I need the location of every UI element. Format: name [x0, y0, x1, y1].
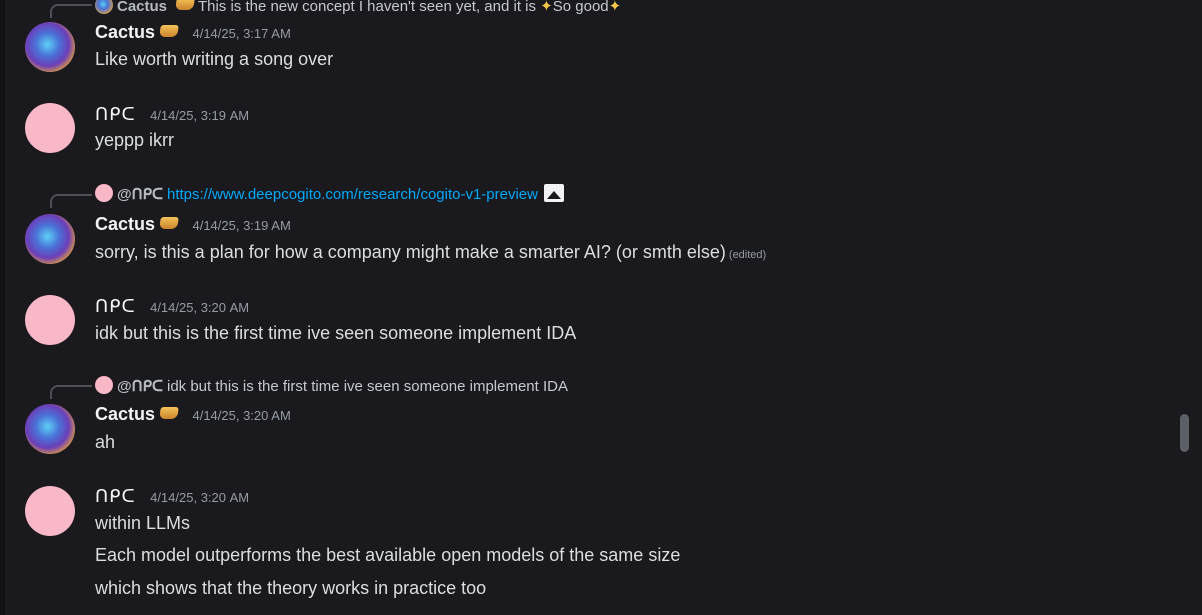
reply-avatar — [95, 376, 113, 394]
sparkles-icon: ✦ — [608, 0, 622, 15]
reply-spine — [50, 194, 92, 208]
server-rail-edge — [0, 0, 5, 615]
guild-badge-icon — [159, 25, 179, 37]
reply-spine — [50, 385, 92, 399]
username[interactable]: Cactus — [95, 214, 155, 234]
username[interactable]: ᑎᑭᑕ — [95, 296, 136, 316]
scrollbar-thumb[interactable] — [1180, 414, 1189, 452]
reply-text: idk but this is the first time ive seen … — [166, 378, 568, 395]
message-content: yeppp ikrr — [95, 130, 175, 150]
timestamp[interactable]: 4/14/25, 3:19 AM — [192, 218, 290, 233]
message-content: which shows that the theory works in pra… — [95, 578, 487, 598]
message-header: ᑎᑭᑕ 4/14/25, 3:20 AM — [95, 486, 249, 507]
message-list: Cactus This is the new concept I haven't… — [0, 0, 1202, 615]
guild-badge-icon — [175, 0, 195, 10]
username[interactable]: ᑎᑭᑕ — [95, 104, 136, 124]
reply-avatar — [95, 184, 113, 202]
reply-preview[interactable]: @ᑎᑭᑕ https://www.deepcogito.com/research/… — [95, 184, 564, 203]
message-text: sorry, is this a plan for how a company … — [95, 242, 726, 262]
reply-avatar — [95, 0, 113, 14]
message-header: ᑎᑭᑕ 4/14/25, 3:20 AM — [95, 296, 249, 317]
avatar[interactable] — [25, 22, 75, 72]
message-header: Cactus 4/14/25, 3:19 AM — [95, 214, 291, 235]
message-content: within LLMs — [95, 513, 191, 533]
reply-spine — [50, 4, 92, 18]
message-header: ᑎᑭᑕ 4/14/25, 3:19 AM — [95, 104, 249, 125]
reply-text-end: So good — [552, 0, 609, 15]
timestamp[interactable]: 4/14/25, 3:20 AM — [150, 490, 249, 505]
message-content: idk but this is the first time ive seen … — [95, 323, 577, 343]
username[interactable]: Cactus — [95, 404, 155, 424]
timestamp[interactable]: 4/14/25, 3:20 AM — [150, 300, 249, 315]
avatar[interactable] — [25, 214, 75, 264]
message-content: sorry, is this a plan for how a company … — [95, 242, 766, 263]
reply-mention[interactable]: @ᑎᑭᑕ — [117, 186, 163, 203]
reply-author[interactable]: Cactus — [117, 0, 167, 15]
reply-link[interactable]: https://www.deepcogito.com/research/cogi… — [167, 186, 538, 203]
message-header: Cactus 4/14/25, 3:20 AM — [95, 404, 291, 425]
reply-preview[interactable]: Cactus This is the new concept I haven't… — [95, 0, 621, 15]
timestamp[interactable]: 4/14/25, 3:17 AM — [192, 26, 290, 41]
guild-badge-icon — [159, 217, 179, 229]
message-content: ah — [95, 432, 116, 452]
avatar[interactable] — [25, 295, 75, 345]
avatar[interactable] — [25, 486, 75, 536]
image-icon — [544, 184, 564, 202]
message-content: Like worth writing a song over — [95, 49, 334, 69]
reply-text: This is the new concept I haven't seen y… — [197, 0, 536, 15]
timestamp[interactable]: 4/14/25, 3:19 AM — [150, 108, 249, 123]
username[interactable]: Cactus — [95, 22, 155, 42]
reply-mention[interactable]: @ᑎᑭᑕ — [117, 378, 163, 395]
avatar[interactable] — [25, 404, 75, 454]
username[interactable]: ᑎᑭᑕ — [95, 486, 136, 506]
message-header: Cactus 4/14/25, 3:17 AM — [95, 22, 291, 43]
edited-label: (edited) — [728, 249, 767, 261]
timestamp[interactable]: 4/14/25, 3:20 AM — [192, 408, 290, 423]
guild-badge-icon — [159, 407, 179, 419]
sparkles-icon: ✦ — [540, 0, 553, 15]
reply-preview[interactable]: @ᑎᑭᑕ idk but this is the first time ive s… — [95, 376, 568, 395]
message-content: Each model outperforms the best availabl… — [95, 545, 681, 565]
avatar[interactable] — [25, 103, 75, 153]
